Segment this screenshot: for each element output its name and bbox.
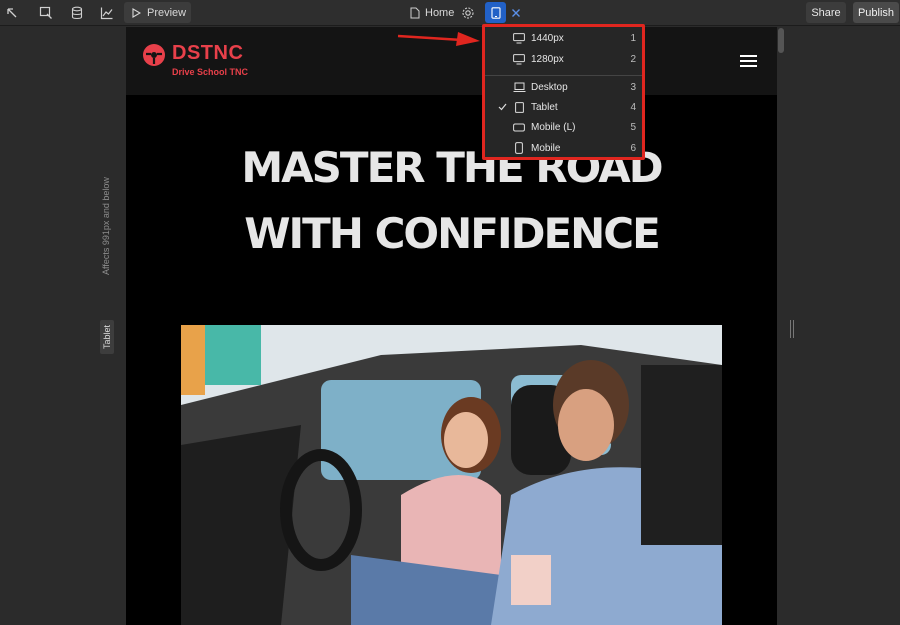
- shortcut-key: 1: [630, 32, 636, 44]
- laptop-icon: [511, 81, 527, 93]
- mobile-landscape-icon: [511, 121, 527, 133]
- menu-divider: [485, 75, 642, 76]
- share-button[interactable]: Share: [806, 2, 846, 23]
- breakpoint-badge: Tablet: [98, 319, 114, 356]
- select-element-icon[interactable]: [36, 3, 56, 23]
- top-toolbar: Preview Home Share Publish: [0, 0, 900, 26]
- hero-photo-driving-lesson: [181, 325, 722, 625]
- breakpoint-item-label: Mobile (L): [531, 121, 576, 133]
- shortcut-key: 3: [630, 81, 636, 93]
- breakpoints-menu: 1440px 1 1280px 2 Desktop 3 Tablet 4 Mob…: [482, 24, 645, 160]
- preview-button[interactable]: Preview: [124, 2, 191, 23]
- breakpoint-item-1440[interactable]: 1440px 1: [485, 28, 642, 48]
- tablet-icon: [490, 6, 501, 19]
- breakpoint-item-1280[interactable]: 1280px 2: [485, 49, 642, 69]
- breakpoint-item-label: 1280px: [531, 53, 564, 65]
- preview-label: Preview: [147, 6, 187, 19]
- publish-button[interactable]: Publish: [853, 2, 899, 23]
- breakpoint-item-tablet[interactable]: Tablet 4: [485, 97, 642, 117]
- right-gutter: [777, 27, 900, 625]
- page-selector[interactable]: Home: [410, 3, 454, 23]
- design-canvas[interactable]: DSTNC Drive School TNC MASTER THE ROAD W…: [126, 27, 777, 625]
- breakpoint-badge-label: Tablet: [100, 319, 114, 354]
- breakpoint-item-desktop[interactable]: Desktop 3: [485, 77, 642, 97]
- play-icon: [132, 7, 141, 18]
- breakpoint-item-label: Tablet: [531, 101, 558, 113]
- breakpoint-tablet-button[interactable]: [485, 2, 506, 23]
- site-logo-name[interactable]: DSTNC: [172, 42, 243, 65]
- breakpoint-item-label: Desktop: [531, 81, 568, 93]
- monitor-icon: [511, 32, 527, 44]
- database-icon[interactable]: [67, 3, 87, 23]
- shortcut-key: 6: [630, 142, 636, 154]
- site-logo-subtitle: Drive School TNC: [172, 67, 249, 77]
- page-settings-icon[interactable]: [458, 3, 478, 23]
- hamburger-menu-icon[interactable]: [740, 55, 757, 67]
- shortcut-key: 2: [630, 53, 636, 65]
- page-label: Home: [425, 7, 455, 19]
- pointer-icon[interactable]: [2, 3, 22, 23]
- breakpoint-item-label: 1440px: [531, 32, 564, 44]
- breakpoint-affects-text: Affects 991px and below: [101, 177, 111, 275]
- canvas-scrollbar[interactable]: [778, 28, 784, 53]
- canvas-resize-handle[interactable]: [790, 320, 794, 338]
- hero-title-line-1: MASTER THE ROAD: [241, 143, 663, 192]
- monitor-icon: [511, 53, 527, 65]
- analytics-icon[interactable]: [97, 3, 117, 23]
- close-icon[interactable]: [506, 3, 526, 23]
- page-icon: [410, 7, 420, 19]
- checkmark-icon: [485, 103, 511, 111]
- shortcut-key: 4: [630, 101, 636, 113]
- breakpoint-item-label: Mobile: [531, 142, 561, 154]
- annotation-arrow: [397, 32, 480, 46]
- shortcut-key: 5: [630, 121, 636, 133]
- mobile-icon: [511, 142, 527, 154]
- hero-title-line-2: WITH CONFIDENCE: [244, 209, 661, 258]
- breakpoint-item-mobile-landscape[interactable]: Mobile (L) 5: [485, 117, 642, 137]
- steering-wheel-logo-icon: [143, 44, 165, 66]
- breakpoint-item-mobile[interactable]: Mobile 6: [485, 138, 642, 158]
- tablet-icon: [511, 101, 527, 113]
